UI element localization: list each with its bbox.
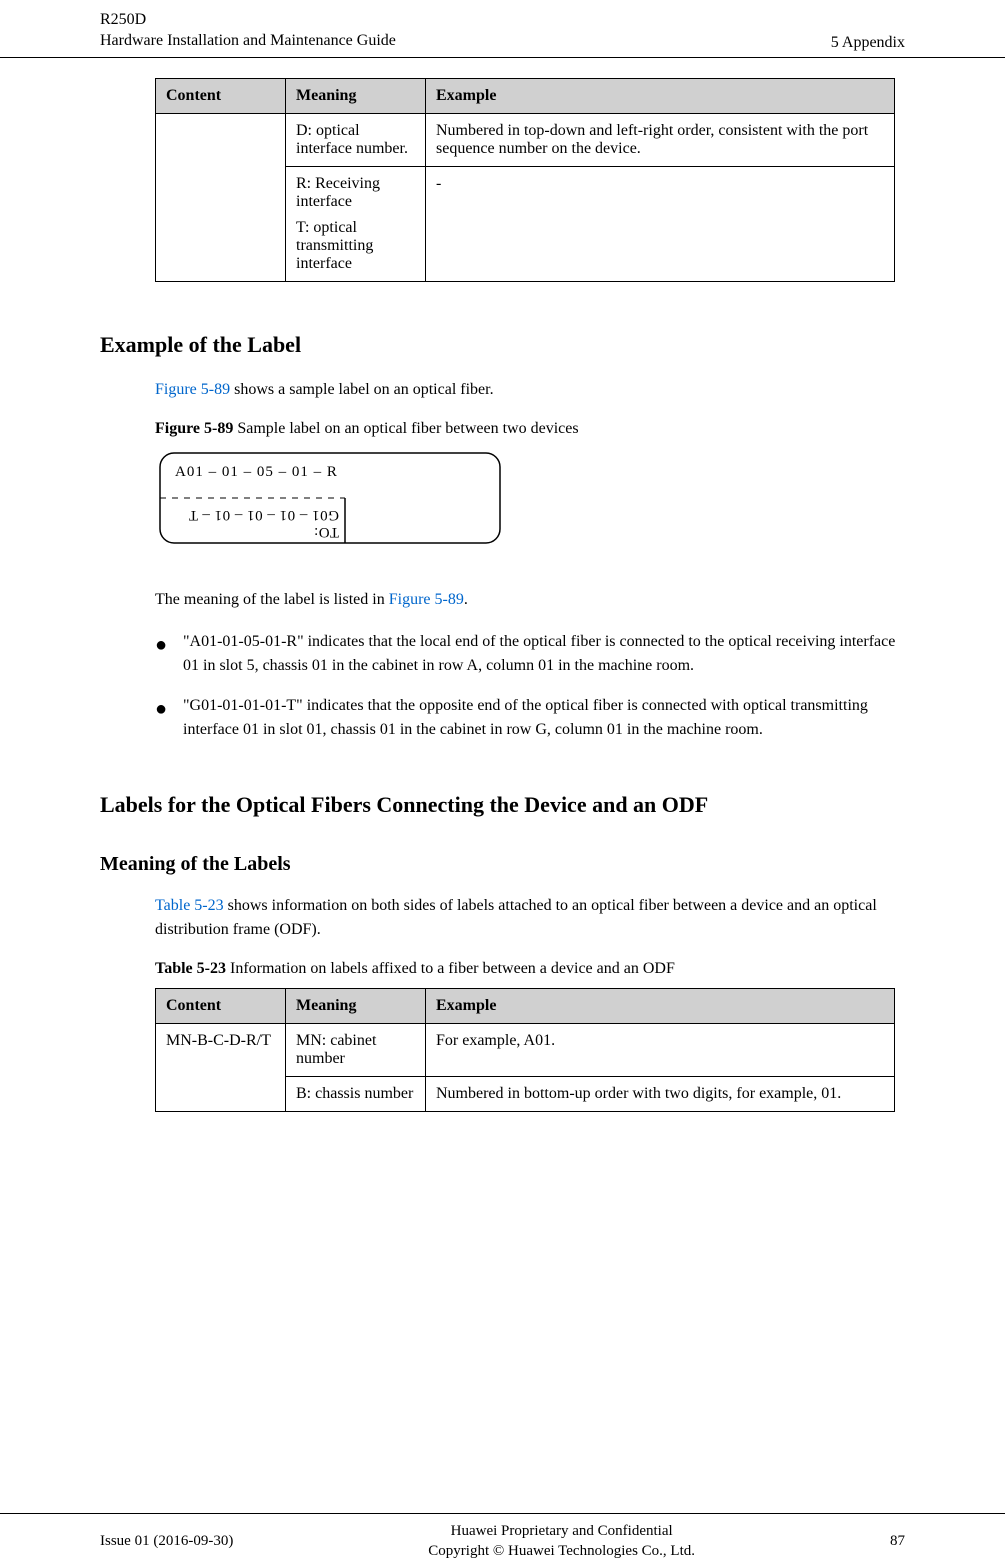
bullet-icon: ● [155,694,183,742]
td-example: Numbered in top-down and left-right orde… [426,113,895,166]
label-bottom: TO: G01 – 01 – 01 – 01 – T [169,506,339,540]
para-example: Figure 5-89 shows a sample label on an o… [155,378,905,402]
xref-figure[interactable]: Figure 5-89 [389,591,464,608]
td-content: MN-B-C-D-R/T [156,1023,286,1111]
para-suffix: shows a sample label on an optical fiber… [230,381,493,398]
th-meaning: Meaning [286,988,426,1023]
table-1: Content Meaning Example D: optical inter… [155,78,895,282]
bullet-text: "G01-01-01-01-T" indicates that the oppo… [183,694,905,742]
bullet-item: ● "A01-01-05-01-R" indicates that the lo… [155,630,905,678]
footer-page-number: 87 [890,1533,905,1550]
table-row: D: optical interface number. Numbered in… [156,113,895,166]
bullet-item: ● "G01-01-01-01-T" indicates that the op… [155,694,905,742]
page-header: R250D Hardware Installation and Maintena… [0,0,1005,58]
th-example: Example [426,78,895,113]
xref-table[interactable]: Table 5-23 [155,897,224,914]
label-top-text: A01 – 01 – 05 – 01 – R [175,464,338,481]
para-odf: Table 5-23 shows information on both sid… [155,894,905,942]
heading-example-label: Example of the Label [100,332,905,358]
td-example: Numbered in bottom-up order with two dig… [426,1076,895,1111]
header-left: R250D Hardware Installation and Maintena… [100,10,396,52]
label-to: TO: [314,524,339,540]
meaning-r: R: Receiving interface [296,175,415,211]
bullet-icon: ● [155,630,183,678]
header-section: 5 Appendix [831,34,905,52]
th-content: Content [156,78,286,113]
td-content [156,113,286,281]
table-caption-text: Information on labels affixed to a fiber… [226,960,675,977]
td-example: For example, A01. [426,1023,895,1076]
doc-title: Hardware Installation and Maintenance Gu… [100,31,396,52]
figure-number: Figure 5-89 [155,420,233,437]
td-meaning: D: optical interface number. [286,113,426,166]
td-meaning: R: Receiving interface T: optical transm… [286,166,426,281]
th-example: Example [426,988,895,1023]
bullet-text: "A01-01-05-01-R" indicates that the loca… [183,630,905,678]
product-name: R250D [100,10,396,31]
td-example: - [426,166,895,281]
td-meaning: B: chassis number [286,1076,426,1111]
meaning-t: T: optical transmitting interface [296,219,415,273]
para-suffix: . [464,591,468,608]
figure-caption: Figure 5-89 Sample label on an optical f… [155,420,905,438]
table-header-row: Content Meaning Example [156,988,895,1023]
heading-odf: Labels for the Optical Fibers Connecting… [100,792,905,818]
th-meaning: Meaning [286,78,426,113]
para-meaning: The meaning of the label is listed in Fi… [155,588,905,612]
td-meaning: MN: cabinet number [286,1023,426,1076]
page-footer: Issue 01 (2016-09-30) Huawei Proprietary… [0,1513,1005,1561]
footer-center: Huawei Proprietary and Confidential Copy… [428,1522,695,1561]
table-number: Table 5-23 [155,960,226,977]
table-caption: Table 5-23 Information on labels affixed… [155,960,905,978]
table-header-row: Content Meaning Example [156,78,895,113]
content-area: Content Meaning Example D: optical inter… [0,78,1005,1112]
label-diagram: A01 – 01 – 05 – 01 – R TO: G01 – 01 – 01… [155,448,505,548]
xref-figure[interactable]: Figure 5-89 [155,381,230,398]
para-suffix: shows information on both sides of label… [155,897,877,938]
heading-meaning-labels: Meaning of the Labels [100,853,905,876]
table-row: MN-B-C-D-R/T MN: cabinet number For exam… [156,1023,895,1076]
footer-left: Issue 01 (2016-09-30) [100,1533,233,1550]
para-prefix: The meaning of the label is listed in [155,591,389,608]
figure-text: Sample label on an optical fiber between… [233,420,578,437]
label-bottom-code: G01 – 01 – 01 – 01 – T [188,507,339,523]
table-2: Content Meaning Example MN-B-C-D-R/T MN:… [155,988,895,1112]
th-content: Content [156,988,286,1023]
footer-copyright: Copyright © Huawei Technologies Co., Ltd… [428,1542,695,1562]
footer-proprietary: Huawei Proprietary and Confidential [428,1522,695,1542]
